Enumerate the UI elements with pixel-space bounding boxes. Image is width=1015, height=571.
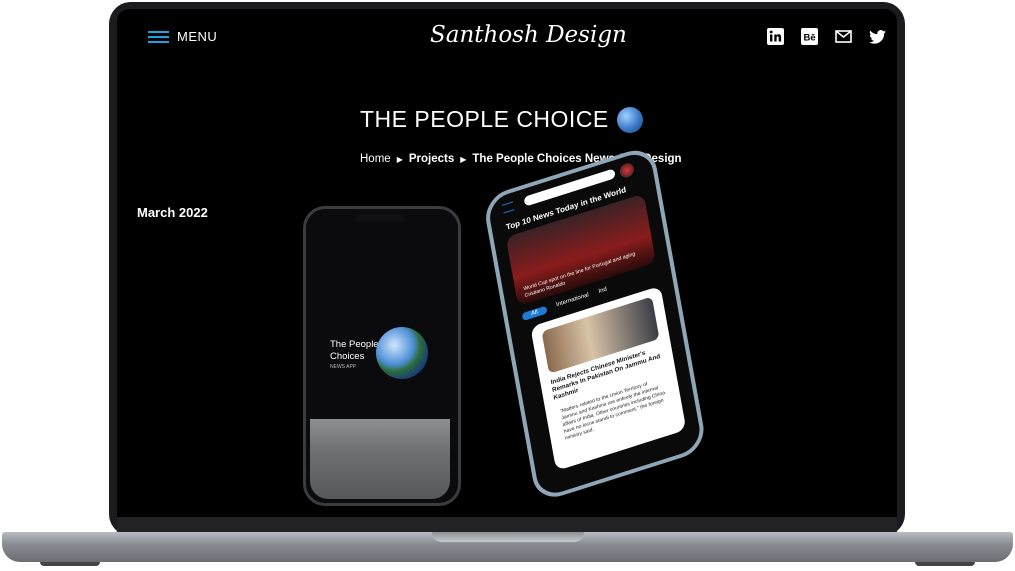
page-title-text: THE PEOPLE CHOICE [360, 106, 609, 132]
laptop-chin [117, 517, 897, 533]
laptop-notch [432, 532, 584, 542]
laptop-foot-left [40, 562, 100, 566]
breadcrumb-home[interactable]: Home [360, 153, 391, 165]
breadcrumb-arrow-icon: ▶ [460, 154, 467, 164]
laptop-foot-right [915, 562, 975, 566]
hamburger-icon [148, 30, 169, 43]
globe-icon [616, 106, 643, 133]
svg-text:Bē: Bē [804, 33, 816, 44]
mail-icon[interactable] [834, 27, 853, 46]
app-news-card: India Rejects Chinese Minister's Remarks… [530, 285, 687, 471]
menu-label: MENU [177, 29, 218, 44]
twitter-icon[interactable] [868, 27, 887, 46]
breadcrumb-projects[interactable]: Projects [409, 153, 454, 165]
app-menu-icon [501, 201, 515, 214]
phone-mockup-splash: The People Choices NEWS APP [303, 206, 461, 506]
app-tab-all: All [521, 305, 548, 322]
site-logo[interactable]: Santhosh Design [430, 22, 627, 48]
menu-button[interactable]: MENU [148, 29, 217, 44]
app-tab-india: Ind [598, 286, 608, 295]
moon-surface-image [310, 419, 450, 499]
social-links: Bē [766, 27, 887, 46]
breadcrumb-arrow-icon: ▶ [396, 154, 403, 164]
app-avatar [618, 161, 636, 180]
linkedin-icon[interactable] [766, 27, 785, 46]
page-title: THE PEOPLE CHOICE [360, 106, 643, 133]
app-tab-international: International [555, 292, 590, 309]
earth-image [376, 327, 428, 379]
behance-icon[interactable]: Bē [800, 27, 819, 46]
splash-subtitle: NEWS APP [330, 364, 357, 370]
dynamic-island [356, 214, 404, 222]
project-date: March 2022 [137, 205, 208, 220]
